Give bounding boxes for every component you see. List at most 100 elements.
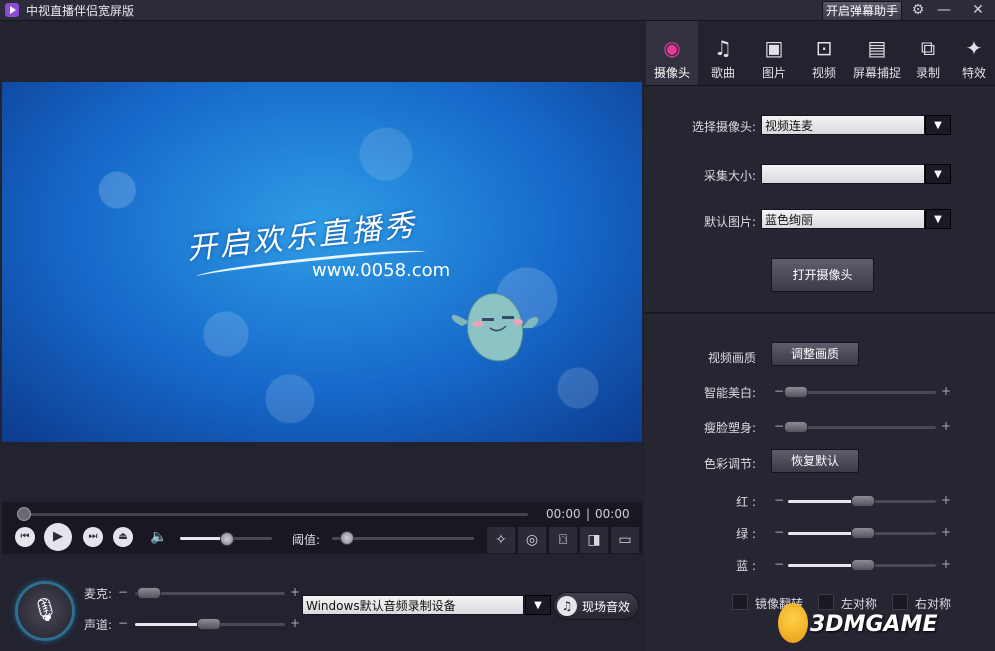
green-minus[interactable]: − [774, 525, 784, 539]
beauty-label: 智能美白: [703, 386, 756, 400]
right-symmetry-checkbox[interactable] [892, 594, 908, 610]
channel-minus[interactable]: − [118, 616, 128, 630]
slider-handle[interactable] [784, 386, 809, 398]
tab-picture[interactable]: ▣ 图片 [750, 21, 798, 85]
chevron-down-icon[interactable]: ▼ [925, 209, 951, 229]
red-plus[interactable]: + [941, 493, 951, 507]
tab-label: 图片 [761, 66, 786, 80]
tab-magic-wand[interactable]: ✦ 特效 [953, 21, 995, 85]
blue-label: 蓝 : [736, 559, 756, 573]
monitor-icon[interactable]: ▭ [610, 527, 639, 553]
webcam-icon: ◉ [663, 36, 681, 60]
slider-handle[interactable] [851, 559, 875, 571]
close-icon[interactable]: ✕ [966, 0, 990, 20]
slim-plus[interactable]: + [941, 419, 951, 433]
volume-icon[interactable]: 🔈 [150, 529, 167, 545]
tab-video-camera[interactable]: ⊡ 视频 [799, 21, 849, 85]
video-camera-icon: ⊡ [815, 36, 833, 60]
seek-track[interactable] [18, 513, 528, 516]
danmu-assistant-button[interactable]: 开启弹幕助手 [822, 1, 902, 21]
seek-handle[interactable] [17, 507, 31, 521]
select-camera-label: 选择摄像头: [691, 120, 756, 134]
panel-divider [644, 312, 995, 314]
mic-minus[interactable]: − [118, 585, 128, 599]
threshold-label: 阈值: [292, 533, 321, 547]
left-symmetry-checkbox[interactable] [818, 594, 834, 610]
next-icon[interactable]: ⏭ [83, 527, 103, 547]
camera-select[interactable]: 视频连麦 [761, 115, 925, 135]
blue-plus[interactable]: + [941, 557, 951, 571]
green-plus[interactable]: + [941, 525, 951, 539]
picture-icon: ▣ [764, 36, 784, 60]
watermark: 3DMGAME [810, 612, 938, 637]
slider-handle[interactable] [784, 421, 809, 433]
slim-minus[interactable]: − [774, 419, 784, 433]
tab-label: 视频 [811, 66, 836, 80]
mirror-checkbox[interactable] [732, 594, 748, 610]
slider-handle[interactable] [851, 527, 875, 539]
beauty-plus[interactable]: + [941, 384, 951, 398]
microphone-icon[interactable]: 🎙 [15, 581, 75, 641]
tab-label: 歌曲 [710, 66, 735, 80]
default-picture-select[interactable]: 蓝色绚丽 [761, 209, 925, 229]
tab-label: 录制 [915, 66, 940, 80]
preview-website: www.0058.com [312, 260, 451, 281]
mic-volume-handle[interactable] [137, 587, 161, 599]
right-symmetry-label: 右对称 [915, 597, 952, 611]
left-symmetry-label: 左对称 [841, 597, 878, 611]
green-label: 绿 : [736, 527, 756, 541]
time-current: 00:00 [546, 507, 581, 521]
slim-track[interactable] [788, 426, 936, 429]
tab-label: 特效 [961, 66, 986, 80]
eject-icon[interactable]: ⏏ [113, 527, 133, 547]
threshold-handle[interactable] [340, 531, 354, 545]
beauty-track[interactable] [788, 391, 936, 394]
tab-record-frame[interactable]: ⧉ 录制 [904, 21, 952, 85]
music-note-icon: ♫ [714, 36, 732, 60]
color-adjust-label: 色彩调节: [703, 457, 756, 471]
webcam-icon[interactable]: ◎ [517, 527, 546, 553]
chevron-down-icon[interactable]: ▼ [925, 115, 951, 135]
channel-plus[interactable]: + [290, 616, 300, 630]
default-picture-label: 默认图片: [703, 215, 756, 229]
settings-gear-icon[interactable]: ⚙ [906, 0, 930, 20]
tab-label: 摄像头 [653, 66, 690, 80]
channel-label: 声道: [84, 618, 113, 632]
record-frame-icon: ⧉ [920, 36, 936, 60]
audio-device-select[interactable]: Windows默认音频录制设备 [302, 595, 524, 615]
mic-plus[interactable]: + [290, 585, 300, 599]
tab-webcam[interactable]: ◉ 摄像头 [646, 21, 698, 85]
watermark-mascot-icon [778, 603, 808, 643]
music-note-icon: ♫ [557, 596, 577, 616]
tab-film-strip[interactable]: ▤ 屏幕捕捉 [850, 21, 904, 85]
magic-wand-icon: ✦ [965, 36, 983, 60]
minimize-icon[interactable]: — [932, 0, 956, 20]
slider-handle[interactable] [851, 495, 875, 507]
red-label: 红 : [736, 495, 756, 509]
adjust-quality-button[interactable]: 调整画质 [771, 342, 859, 366]
beauty-minus[interactable]: − [774, 384, 784, 398]
capture-size-select[interactable] [761, 164, 925, 184]
tab-music-note[interactable]: ♫ 歌曲 [698, 21, 748, 85]
blue-minus[interactable]: − [774, 557, 784, 571]
reset-default-button[interactable]: 恢复默认 [771, 449, 859, 473]
window-title: 中视直播伴侣宽屏版 [26, 4, 135, 18]
volume-handle[interactable] [220, 532, 234, 546]
play-icon[interactable]: ▶ [44, 523, 72, 551]
red-minus[interactable]: − [774, 493, 784, 507]
mascot-illustration [451, 293, 539, 362]
open-camera-button[interactable]: 打开摄像头 [771, 258, 874, 292]
camera-snapshot-icon[interactable]: ⌼ [548, 527, 577, 553]
video-quality-label: 视频画质 [707, 351, 756, 365]
live-sound-effect-button[interactable]: ♫ 现场音效 [553, 592, 639, 620]
previous-icon[interactable]: ⏮ [15, 527, 35, 547]
chevron-down-icon[interactable]: ▼ [925, 164, 951, 184]
channel-fill [135, 623, 205, 626]
video-camera-icon[interactable]: ◨ [579, 527, 608, 553]
magic-wand-icon[interactable]: ✧ [486, 527, 515, 553]
mic-label: 麦克: [84, 587, 113, 601]
chevron-down-icon[interactable]: ▼ [525, 595, 551, 615]
channel-handle[interactable] [197, 618, 221, 630]
app-logo-icon [5, 3, 19, 17]
slim-label: 瘦脸塑身: [703, 421, 756, 435]
